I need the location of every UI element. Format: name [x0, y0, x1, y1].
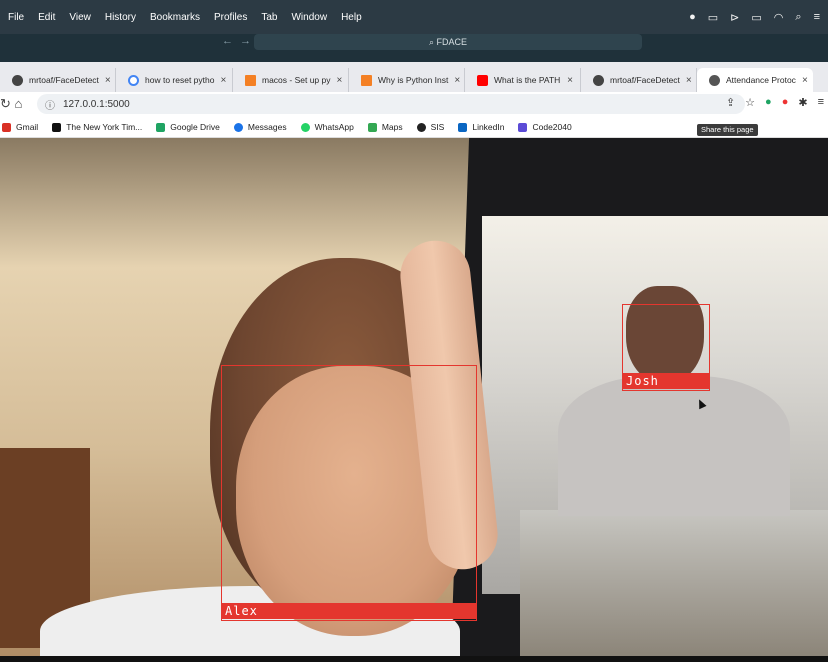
close-icon[interactable]: ×	[337, 75, 343, 86]
gmail-icon	[2, 122, 11, 132]
menu-tab[interactable]: Tab	[261, 12, 277, 23]
maps-icon	[367, 122, 377, 132]
tab-4[interactable]: Why is Python Inst ×	[349, 68, 465, 92]
wifi-icon[interactable]: ◠	[774, 11, 784, 24]
close-icon[interactable]: ×	[220, 75, 226, 86]
bottom-strip	[0, 656, 828, 662]
puzzle-icon[interactable]: ✱	[798, 96, 807, 109]
code2040-icon	[518, 122, 528, 132]
bookmark-code2040[interactable]: Code2040	[518, 122, 572, 132]
share-tooltip: Share this page	[697, 124, 758, 136]
globe-icon	[709, 74, 720, 86]
github-icon	[593, 74, 604, 86]
menu-history[interactable]: History	[105, 12, 136, 23]
linkedin-icon	[458, 122, 468, 132]
close-icon[interactable]: ×	[105, 75, 111, 86]
bookmark-sis[interactable]: SIS	[416, 122, 444, 132]
address-bar: ↻ ⌂ ⓘ 127.0.0.1:5000 ⇪ ☆ ● ● ✱ ≡	[0, 92, 828, 117]
recording-toolbar: ←→ ⌕ FDACE	[0, 34, 828, 62]
person-hoodie-image	[558, 376, 790, 516]
url-text: 127.0.0.1:5000	[63, 98, 130, 110]
menu-icon[interactable]: ≡	[818, 96, 824, 109]
face-label-josh: Josh	[622, 373, 710, 389]
nytimes-icon	[52, 122, 62, 132]
globe-icon	[416, 122, 426, 132]
menu-bookmarks[interactable]: Bookmarks	[150, 12, 200, 23]
stackoverflow-icon	[361, 74, 372, 86]
play-icon[interactable]: ⊳	[730, 11, 739, 24]
nav-arrows-icon[interactable]: ←→	[222, 35, 258, 47]
google-icon	[128, 74, 139, 86]
close-icon[interactable]: ×	[686, 75, 692, 86]
bookmark-maps[interactable]: Maps	[367, 122, 403, 132]
menu-help[interactable]: Help	[341, 12, 362, 23]
star-icon[interactable]: ☆	[745, 96, 755, 109]
menu-file[interactable]: File	[8, 12, 24, 23]
drive-icon	[156, 122, 166, 132]
whatsapp-icon	[300, 122, 310, 132]
info-icon[interactable]: ⓘ	[45, 97, 55, 112]
control-center-icon[interactable]: ≡	[814, 11, 820, 23]
bookmark-whatsapp[interactable]: WhatsApp	[300, 122, 354, 132]
toolbar-actions: ⇪ ☆ ● ● ✱ ≡	[726, 96, 824, 109]
extension-green-icon[interactable]: ●	[765, 96, 772, 109]
tab-1[interactable]: mrtoaf/FaceDetect ×	[0, 68, 116, 92]
menu-view[interactable]: View	[69, 12, 91, 23]
record-icon[interactable]: ●	[689, 11, 696, 23]
url-field[interactable]: ⓘ 127.0.0.1:5000	[37, 94, 745, 114]
tab-strip: mrtoaf/FaceDetect × how to reset pytho × m…	[0, 62, 828, 92]
phone-screen-lower-image	[520, 510, 828, 656]
youtube-icon	[477, 74, 488, 86]
reload-icon[interactable]: ↻ ⌂	[0, 96, 22, 112]
webcam-feed: Alex Josh	[0, 138, 828, 656]
screen-icon[interactable]: ▭	[708, 11, 718, 24]
search-icon[interactable]: ⌕	[795, 11, 801, 24]
status-area: ● ▭ ⊳ ▭ ◠ ⌕ ≡	[689, 0, 820, 34]
bookmark-gmail[interactable]: Gmail	[2, 122, 38, 132]
extension-red-icon[interactable]: ●	[782, 96, 789, 109]
bookmark-messages[interactable]: Messages	[233, 122, 287, 132]
tab-2[interactable]: how to reset pytho ×	[116, 68, 233, 92]
tab-attendance-active[interactable]: Attendance Protoc ×	[697, 68, 813, 92]
search-field[interactable]: ⌕ FDACE	[254, 34, 642, 50]
menu-edit[interactable]: Edit	[38, 12, 55, 23]
tab-6[interactable]: mrtoaf/FaceDetect ×	[581, 68, 697, 92]
tab-5[interactable]: What is the PATH ×	[465, 68, 581, 92]
menu-profiles[interactable]: Profiles	[214, 12, 247, 23]
bookmark-nytimes[interactable]: The New York Tim...	[52, 122, 142, 132]
close-icon[interactable]: ×	[802, 75, 808, 86]
github-icon	[12, 74, 23, 86]
menu-window[interactable]: Window	[291, 12, 327, 23]
messages-icon	[233, 122, 243, 132]
tab-3[interactable]: macos - Set up py ×	[233, 68, 349, 92]
macos-menubar: File Edit View History Bookmarks Profile…	[0, 0, 828, 34]
battery-icon[interactable]: ▭	[751, 11, 761, 24]
close-icon[interactable]: ×	[567, 75, 573, 86]
share-icon[interactable]: ⇪	[726, 96, 735, 109]
close-icon[interactable]: ×	[454, 75, 460, 86]
face-label-alex: Alex	[221, 603, 477, 619]
stackoverflow-icon	[245, 74, 256, 86]
bookmark-google-drive[interactable]: Google Drive	[156, 122, 220, 132]
face-box-alex	[221, 365, 477, 621]
bookmark-linkedin[interactable]: LinkedIn	[458, 122, 504, 132]
